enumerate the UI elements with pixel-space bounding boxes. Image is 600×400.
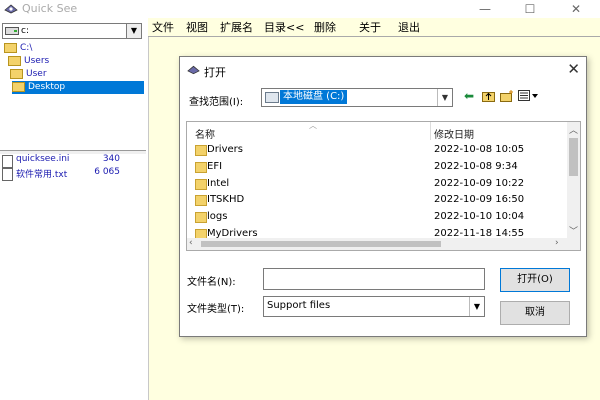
folder-date: 2022-10-10 10:04 — [434, 211, 525, 222]
chevron-up-icon[interactable]: ︿ — [569, 123, 578, 136]
sort-ascending-icon: ︿ — [309, 121, 317, 130]
new-folder-icon[interactable] — [500, 90, 514, 102]
filename-input[interactable] — [263, 268, 485, 290]
filename-label: 文件名(N): — [187, 277, 236, 288]
column-divider[interactable] — [430, 122, 431, 140]
back-arrow-icon[interactable]: ⬅ — [464, 90, 474, 103]
file-size: 340 — [102, 154, 120, 164]
menu-bar: 文件 视图 扩展名 目录<< 删除 关于 退出 — [148, 18, 600, 37]
open-file-dialog: 打开 ✕ 查找范围(I): 本地磁盘 (C:) ▼ ⬅ ︿ 名称 修改日期 Dr… — [179, 56, 587, 337]
left-pane: c: ▼ C:\ Users User Desktop quicksee.ini… — [0, 18, 149, 400]
minimize-button[interactable]: — — [462, 0, 508, 18]
dialog-close-button[interactable]: ✕ — [567, 60, 580, 78]
tree-item-c[interactable]: C:\ — [4, 42, 32, 55]
drive-select[interactable]: c: ▼ — [2, 23, 142, 39]
app-logo-icon — [187, 65, 200, 75]
tree-item-user[interactable]: User — [10, 68, 47, 81]
folder-name: Drivers — [207, 144, 243, 155]
tree-item-desktop[interactable]: Desktop — [12, 81, 144, 94]
folder-icon — [195, 195, 207, 206]
open-button[interactable]: 打开(O) — [500, 268, 570, 292]
tree-item-label: User — [26, 69, 47, 79]
file-name: 软件常用.txt — [16, 170, 68, 180]
menu-about[interactable]: 关于 — [359, 21, 381, 35]
vertical-scrollbar[interactable]: ︿ ﹀ — [567, 122, 580, 250]
folder-date: 2022-10-09 16:50 — [434, 194, 525, 205]
folder-date: 2022-10-08 10:05 — [434, 144, 525, 155]
folder-row[interactable]: Intel 2022-10-09 10:22 — [187, 176, 567, 192]
close-button[interactable]: ✕ — [553, 0, 599, 18]
lookin-combo[interactable]: 本地磁盘 (C:) ▼ — [261, 88, 453, 107]
menu-view[interactable]: 视图 — [186, 21, 208, 35]
folder-date: 2022-10-09 10:22 — [434, 178, 525, 189]
file-list-item[interactable]: quicksee.ini 340 — [2, 154, 142, 168]
folder-name: EFI — [207, 161, 223, 172]
folder-icon — [195, 145, 207, 156]
folder-row[interactable]: ITSKHD 2022-10-09 16:50 — [187, 192, 567, 208]
scrollbar-thumb[interactable] — [569, 138, 578, 176]
tree-item-label: Desktop — [28, 82, 66, 92]
column-header-date[interactable]: 修改日期 — [434, 126, 474, 141]
lookin-label: 查找范围(I): — [189, 97, 244, 108]
chevron-down-icon[interactable]: ▼ — [437, 89, 452, 106]
folder-open-icon — [10, 68, 23, 79]
folder-row[interactable]: logs 2022-10-10 10:04 — [187, 209, 567, 225]
filetype-value: Support files — [267, 300, 331, 311]
tree-item-label: C:\ — [20, 43, 33, 53]
file-size: 6 065 — [94, 167, 120, 177]
folder-name: Intel — [207, 178, 230, 189]
drive-value: c: — [21, 26, 29, 36]
title-bar: Quick See — ☐ ✕ — [0, 0, 600, 18]
app-logo-icon — [4, 4, 18, 14]
lookin-value: 本地磁盘 (C:) — [280, 90, 348, 104]
folder-open-icon — [4, 42, 17, 53]
tree-item-label: Users — [24, 56, 50, 66]
chevron-down-icon[interactable]: ▼ — [126, 24, 141, 38]
chevron-right-icon[interactable]: › — [555, 238, 559, 248]
filetype-select[interactable]: Support files ▼ — [263, 296, 485, 317]
view-menu-icon[interactable] — [518, 90, 540, 102]
menu-directory[interactable]: 目录<< — [264, 21, 304, 35]
chevron-left-icon[interactable]: ‹ — [189, 238, 193, 248]
app-title: Quick See — [22, 2, 78, 15]
dialog-title: 打开 — [204, 66, 226, 79]
maximize-button[interactable]: ☐ — [507, 0, 553, 18]
txt-file-icon — [2, 168, 13, 181]
folder-icon — [195, 212, 207, 223]
folder-row[interactable]: EFI 2022-10-08 9:34 — [187, 159, 567, 175]
menu-exit[interactable]: 退出 — [398, 21, 420, 35]
folder-row[interactable]: Drivers 2022-10-08 10:05 — [187, 142, 567, 158]
folder-open-icon — [12, 81, 25, 92]
filetype-label: 文件类型(T): — [187, 304, 245, 315]
file-list: ︿ 名称 修改日期 Drivers 2022-10-08 10:05 EFI 2… — [186, 121, 581, 251]
folder-date: 2022-10-08 9:34 — [434, 161, 518, 172]
folder-open-icon — [8, 55, 21, 66]
cancel-button[interactable]: 取消 — [500, 301, 570, 325]
horizontal-scrollbar[interactable]: ‹ › — [187, 238, 567, 250]
up-folder-icon[interactable] — [482, 90, 495, 102]
file-list-item[interactable]: 软件常用.txt 6 065 — [2, 167, 142, 181]
menu-file[interactable]: 文件 — [152, 21, 174, 35]
column-header-name[interactable]: 名称 — [195, 126, 215, 141]
scrollbar-thumb[interactable] — [201, 241, 441, 247]
drive-icon — [265, 92, 279, 103]
tree-item-users[interactable]: Users — [8, 55, 49, 68]
menu-delete[interactable]: 删除 — [314, 21, 336, 35]
drive-icon — [5, 27, 19, 35]
chevron-down-icon[interactable]: ▼ — [469, 297, 484, 316]
folder-name: logs — [207, 211, 228, 222]
file-name: quicksee.ini — [16, 154, 70, 164]
chevron-down-icon[interactable]: ﹀ — [569, 224, 578, 237]
folder-icon — [195, 179, 207, 190]
folder-name: ITSKHD — [207, 194, 245, 205]
folder-icon — [195, 162, 207, 173]
menu-extension[interactable]: 扩展名 — [220, 21, 253, 35]
